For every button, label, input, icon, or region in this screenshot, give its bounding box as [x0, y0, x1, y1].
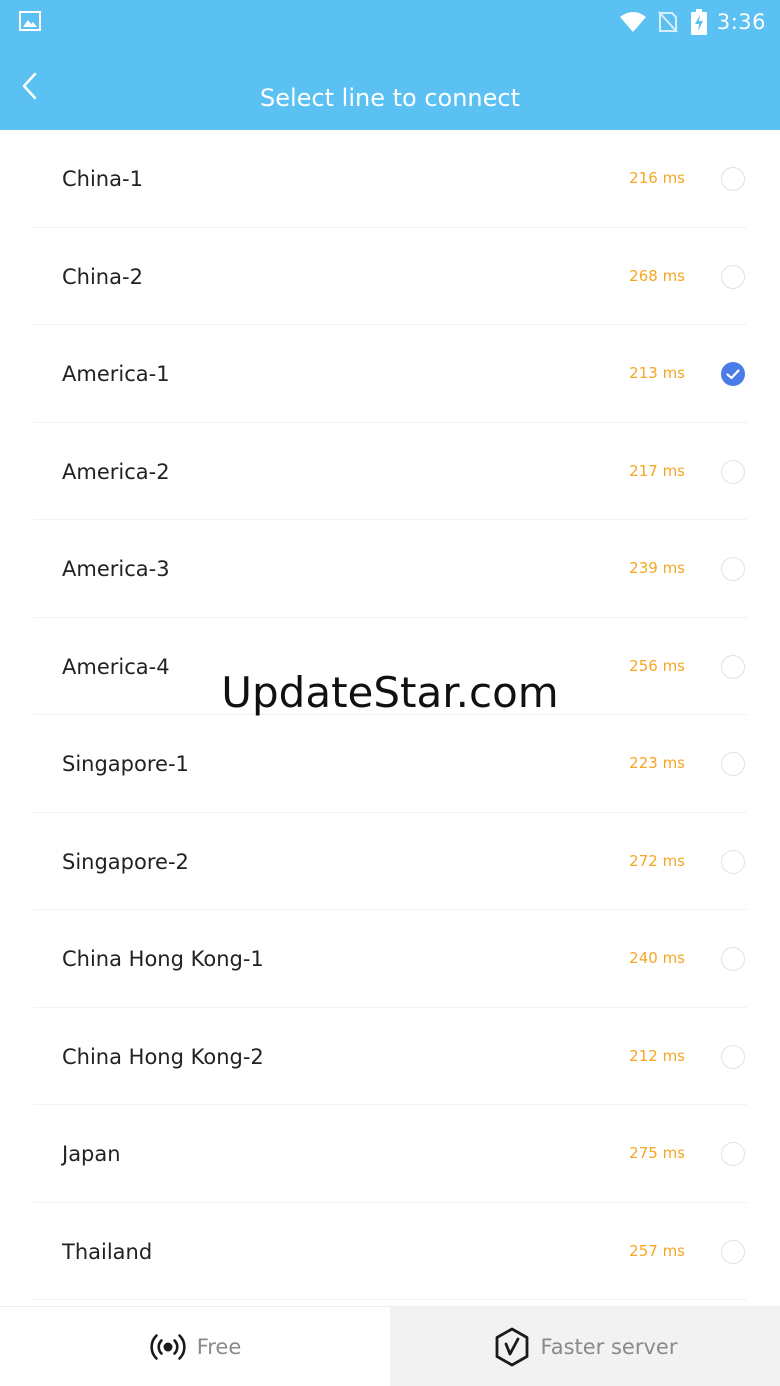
server-radio[interactable]	[721, 557, 745, 581]
no-signal-icon	[657, 10, 679, 34]
server-ping: 223 ms	[629, 754, 685, 772]
server-name: America-2	[62, 459, 170, 484]
server-ping: 217 ms	[629, 461, 685, 480]
bottom-nav: Free Faster server	[0, 1306, 780, 1386]
app-bar: Select line to connect	[0, 44, 780, 130]
server-name: China Hong Kong-1	[62, 947, 264, 971]
server-name: Singapore-1	[62, 752, 189, 776]
server-row[interactable]: China-2 268 ms	[33, 228, 747, 325]
server-name: America-1	[62, 362, 170, 386]
tab-free[interactable]: Free	[0, 1307, 390, 1386]
server-radio[interactable]	[721, 459, 745, 484]
battery-charging-icon	[690, 9, 707, 35]
server-row[interactable]: Singapore-2 272 ms	[33, 813, 747, 910]
server-name: Japan	[62, 1142, 121, 1166]
server-list: China-1 216 ms China-2 268 ms America-1 213 m…	[0, 130, 780, 1300]
server-radio[interactable]	[721, 947, 745, 971]
server-name: Singapore-2	[62, 849, 189, 874]
server-radio[interactable]	[721, 849, 745, 874]
wifi-icon	[619, 11, 647, 33]
server-ping: 268 ms	[629, 266, 685, 285]
server-ping: 239 ms	[629, 559, 685, 577]
server-radio-checked[interactable]	[721, 362, 745, 386]
image-icon	[19, 11, 41, 31]
server-ping: 256 ms	[629, 656, 685, 675]
server-ping: 213 ms	[629, 364, 685, 382]
tab-faster-server[interactable]: Faster server	[390, 1307, 780, 1386]
server-row[interactable]: China Hong Kong-2 212 ms	[33, 1008, 747, 1105]
server-row[interactable]: China Hong Kong-1 240 ms	[33, 910, 747, 1008]
server-row[interactable]: America-2 217 ms	[33, 423, 747, 520]
server-row[interactable]: Japan 275 ms	[33, 1105, 747, 1203]
chevron-left-icon	[21, 72, 39, 104]
status-time: 3:36	[716, 10, 766, 34]
server-radio[interactable]	[721, 1142, 745, 1166]
speed-badge-icon	[493, 1327, 531, 1367]
server-row[interactable]: China-1 216 ms	[33, 130, 747, 228]
server-name: China Hong Kong-2	[62, 1044, 264, 1069]
server-ping: 275 ms	[629, 1144, 685, 1162]
page-title: Select line to connect	[259, 84, 520, 112]
server-radio[interactable]	[721, 654, 745, 679]
server-radio[interactable]	[721, 1239, 745, 1264]
check-icon	[726, 369, 740, 380]
tab-free-label: Free	[196, 1334, 242, 1359]
broadcast-icon	[149, 1330, 187, 1364]
server-ping: 272 ms	[629, 851, 685, 870]
server-radio[interactable]	[721, 264, 745, 289]
server-name: Thailand	[62, 1239, 153, 1264]
server-row[interactable]: Thailand 257 ms	[33, 1203, 747, 1300]
server-radio[interactable]	[721, 1044, 745, 1069]
server-name: China-1	[62, 167, 143, 191]
server-row[interactable]: America-1 213 ms	[33, 325, 747, 423]
server-row[interactable]: America-4 256 ms	[33, 618, 747, 715]
server-ping: 216 ms	[629, 169, 685, 187]
tab-faster-server-label: Faster server	[540, 1334, 678, 1359]
server-ping: 257 ms	[629, 1241, 685, 1260]
server-row[interactable]: America-3 239 ms	[33, 520, 747, 618]
back-button[interactable]	[10, 66, 50, 110]
server-row[interactable]: Singapore-1 223 ms	[33, 715, 747, 813]
status-bar: 3:36	[0, 0, 780, 44]
server-name: America-3	[62, 557, 170, 581]
server-ping: 240 ms	[629, 949, 685, 967]
server-radio[interactable]	[721, 167, 745, 191]
server-name: China-2	[62, 264, 143, 289]
server-ping: 212 ms	[629, 1046, 685, 1065]
server-name: America-4	[62, 654, 170, 679]
status-indicators: 3:36	[619, 6, 766, 38]
server-radio[interactable]	[721, 752, 745, 776]
